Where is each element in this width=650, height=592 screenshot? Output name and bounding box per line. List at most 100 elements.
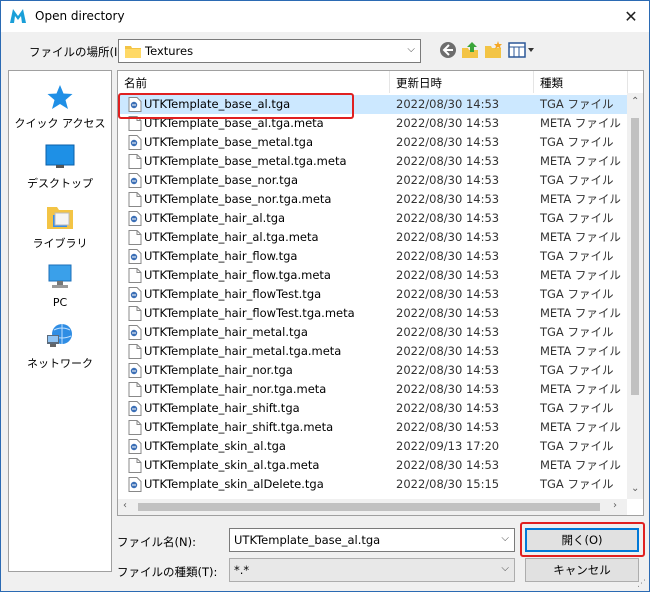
file-type: TGA ファイル	[540, 249, 614, 263]
scroll-left-icon[interactable]: ‹	[123, 500, 127, 511]
file-name: UTKTemplate_base_nor.tga	[144, 173, 298, 187]
place-pc[interactable]: PC	[9, 263, 111, 309]
horizontal-scroll-thumb[interactable]	[138, 503, 600, 511]
image-file-icon	[128, 211, 142, 226]
file-type: META ファイル	[540, 116, 621, 130]
file-row[interactable]: UTKTemplate_hair_nor.tga 2022/08/30 14:53…	[120, 361, 627, 380]
filetype-select[interactable]: *.* ⌵	[229, 558, 515, 582]
vertical-scroll-thumb[interactable]	[631, 118, 639, 395]
column-type-label: 種類	[540, 76, 563, 90]
window-title: Open directory	[35, 9, 125, 23]
file-date: 2022/08/30 14:53	[396, 154, 500, 168]
view-menu-icon[interactable]	[507, 40, 535, 60]
chevron-down-icon[interactable]: ⌵	[501, 563, 509, 574]
pc-icon	[48, 264, 72, 288]
file-row[interactable]: UTKTemplate_base_metal.tga 2022/08/30 14:…	[120, 133, 627, 152]
column-header-date[interactable]: 更新日時	[390, 71, 534, 93]
scroll-up-icon[interactable]: ⌃	[631, 96, 639, 107]
file-row[interactable]: UTKTemplate_hair_al.tga 2022/08/30 14:53 T…	[120, 209, 627, 228]
document-icon	[128, 382, 142, 397]
file-row[interactable]: UTKTemplate_hair_al.tga.meta 2022/08/30 1…	[120, 228, 627, 247]
place-network[interactable]: ネットワーク	[9, 321, 111, 371]
column-date-label: 更新日時	[396, 76, 442, 90]
file-row[interactable]: UTKTemplate_skin_al.tga 2022/09/13 17:20 T…	[120, 437, 627, 456]
place-label: ネットワーク	[27, 357, 93, 370]
image-file-icon	[128, 477, 142, 492]
place-quick-access[interactable]: クイック アクセス	[9, 83, 111, 131]
file-row[interactable]: UTKTemplate_hair_flow.tga.meta 2022/08/30…	[120, 266, 627, 285]
file-name: UTKTemplate_hair_shift.tga	[144, 401, 300, 415]
filename-label: ファイル名(N):	[117, 535, 196, 549]
file-row[interactable]: UTKTemplate_skin_alDelete.tga 2022/08/30 …	[120, 475, 627, 494]
place-desktop[interactable]: デスクトップ	[9, 143, 111, 191]
file-name: UTKTemplate_base_nor.tga.meta	[144, 192, 332, 206]
cancel-button-label: キャンセル	[553, 563, 611, 577]
scroll-down-icon[interactable]: ⌄	[631, 483, 639, 494]
file-name: UTKTemplate_hair_metal.tga.meta	[144, 344, 342, 358]
file-date: 2022/08/30 14:53	[396, 325, 500, 339]
file-date: 2022/09/13 17:20	[396, 439, 500, 453]
filename-input[interactable]: UTKTemplate_base_al.tga ⌵	[229, 528, 515, 552]
file-row[interactable]: UTKTemplate_hair_nor.tga.meta 2022/08/30 …	[120, 380, 627, 399]
file-row[interactable]: UTKTemplate_hair_shift.tga 2022/08/30 14:…	[120, 399, 627, 418]
lookin-value: Textures	[145, 44, 194, 58]
desktop-icon	[45, 144, 75, 168]
file-name: UTKTemplate_hair_flowTest.tga	[144, 287, 322, 301]
file-name: UTKTemplate_hair_flow.tga.meta	[144, 268, 331, 282]
file-row[interactable]: UTKTemplate_hair_metal.tga.meta 2022/08/3…	[120, 342, 627, 361]
up-folder-icon[interactable]	[460, 40, 480, 60]
file-date: 2022/08/30 14:53	[396, 287, 500, 301]
file-date: 2022/08/30 14:53	[396, 458, 500, 472]
file-name: UTKTemplate_base_metal.tga.meta	[144, 154, 347, 168]
star-icon	[47, 85, 73, 109]
file-row[interactable]: UTKTemplate_hair_shift.tga.meta 2022/08/3…	[120, 418, 627, 437]
file-row[interactable]: UTKTemplate_hair_flowTest.tga.meta 2022/0…	[120, 304, 627, 323]
file-type: TGA ファイル	[540, 439, 614, 453]
document-icon	[128, 420, 142, 435]
document-icon	[128, 268, 142, 283]
place-label: PC	[52, 296, 68, 309]
filetype-label: ファイルの種類(T):	[117, 565, 218, 579]
place-library[interactable]: ライブラリ	[9, 203, 111, 251]
file-row[interactable]: UTKTemplate_base_nor.tga 2022/08/30 14:53…	[120, 171, 627, 190]
image-file-icon	[128, 287, 142, 302]
document-icon	[128, 230, 142, 245]
file-date: 2022/08/30 15:15	[396, 477, 500, 491]
column-header-name[interactable]: 名前	[118, 71, 390, 93]
file-list-view[interactable]: ⌃ 名前 更新日時 種類 UTKTemplate_base_al.tga 2022…	[117, 70, 644, 516]
title-bar: Open directory ✕	[1, 1, 649, 32]
column-name-label: 名前	[124, 76, 147, 90]
horizontal-scrollbar[interactable]: ‹ ›	[118, 499, 627, 515]
vertical-scrollbar[interactable]: ⌃ ⌄	[627, 93, 643, 499]
file-type: TGA ファイル	[540, 325, 614, 339]
new-folder-icon[interactable]	[483, 40, 503, 60]
file-date: 2022/08/30 14:53	[396, 230, 500, 244]
image-file-icon	[128, 173, 142, 188]
column-header-type[interactable]: 種類	[534, 71, 628, 93]
file-type: TGA ファイル	[540, 477, 614, 491]
cancel-button[interactable]: キャンセル	[525, 558, 639, 582]
close-button[interactable]: ✕	[613, 1, 649, 32]
lookin-combo[interactable]: Textures ⌵	[118, 39, 421, 63]
file-type: TGA ファイル	[540, 173, 614, 187]
file-row[interactable]: UTKTemplate_hair_flow.tga 2022/08/30 14:5…	[120, 247, 627, 266]
resize-grip-icon[interactable]: ⋰	[637, 579, 646, 589]
file-row[interactable]: UTKTemplate_base_nor.tga.meta 2022/08/30 …	[120, 190, 627, 209]
file-name: UTKTemplate_base_metal.tga	[144, 135, 314, 149]
chevron-down-icon[interactable]: ⌵	[501, 533, 509, 544]
file-row[interactable]: UTKTemplate_hair_flowTest.tga 2022/08/30 …	[120, 285, 627, 304]
file-row[interactable]: UTKTemplate_hair_metal.tga 2022/08/30 14:…	[120, 323, 627, 342]
file-type: TGA ファイル	[540, 135, 614, 149]
file-name: UTKTemplate_hair_flow.tga	[144, 249, 298, 263]
document-icon	[128, 344, 142, 359]
file-name: UTKTemplate_skin_alDelete.tga	[144, 477, 324, 491]
file-row[interactable]: UTKTemplate_skin_al.tga.meta 2022/08/30 1…	[120, 456, 627, 475]
back-icon[interactable]	[438, 40, 458, 60]
image-file-icon	[128, 135, 142, 150]
scroll-right-icon[interactable]: ›	[613, 500, 617, 511]
file-row[interactable]: UTKTemplate_base_metal.tga.meta 2022/08/3…	[120, 152, 627, 171]
file-date: 2022/08/30 14:53	[396, 401, 500, 415]
open-button-highlight	[520, 522, 645, 557]
library-icon	[47, 207, 73, 229]
file-name: UTKTemplate_hair_al.tga.meta	[144, 230, 319, 244]
